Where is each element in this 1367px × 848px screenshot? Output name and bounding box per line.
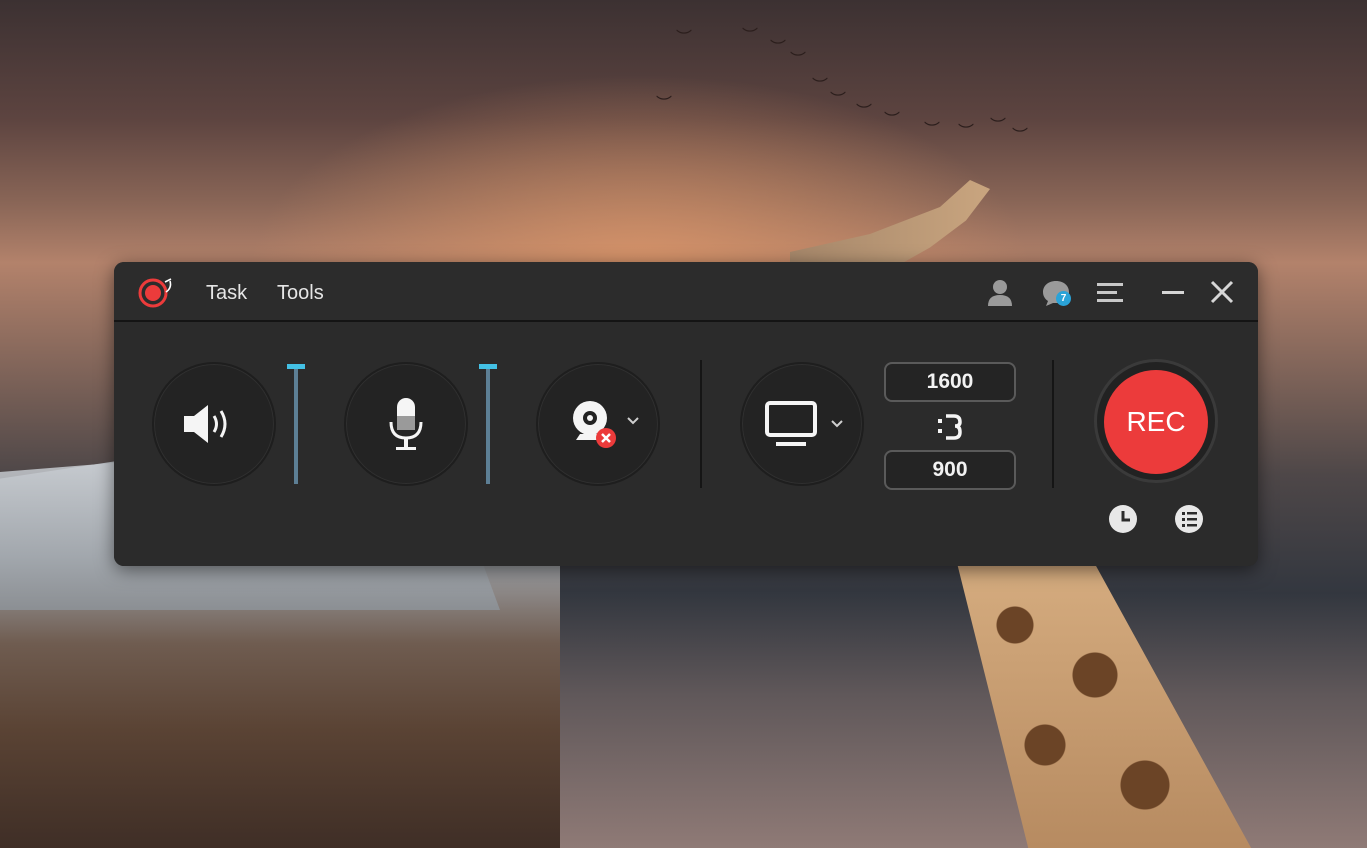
microphone-icon: [389, 398, 423, 450]
webcam-button[interactable]: [536, 362, 660, 486]
background-giraffe-head: [790, 180, 990, 270]
slider-handle[interactable]: [287, 364, 305, 369]
desktop-background: ︶ ︶ ︶ ︶ ︶ ︶ ︶ ︶ ︶ ︶ ︶ ︶ ︶ Task Tools 7 1…: [0, 0, 1367, 848]
notifications-button[interactable]: 7: [1040, 276, 1072, 308]
link-icon[interactable]: [932, 410, 966, 444]
height-input[interactable]: 900: [884, 450, 1016, 490]
section-divider: [1052, 360, 1054, 488]
hamburger-menu-icon[interactable]: [1094, 276, 1126, 308]
bird-decoration: ︶: [742, 26, 759, 45]
title-bar: Task Tools 7: [114, 262, 1258, 322]
bird-decoration: ︶: [676, 28, 693, 47]
menu-tools[interactable]: Tools: [277, 282, 324, 305]
recorder-window: Task Tools 7 1600 900 REC: [114, 262, 1258, 566]
bird-decoration: ︶: [856, 102, 873, 121]
background-giraffe-neck: [955, 555, 1255, 848]
bird-decoration: ︶: [924, 120, 941, 139]
bird-decoration: ︶: [812, 76, 829, 95]
clock-icon[interactable]: [1108, 504, 1138, 534]
display-select-button[interactable]: [740, 362, 864, 486]
microphone-volume-slider[interactable]: [479, 364, 497, 484]
bird-decoration: ︶: [656, 94, 673, 113]
bird-decoration: ︶: [830, 90, 847, 109]
microphone-button[interactable]: [344, 362, 468, 486]
slider-handle[interactable]: [479, 364, 497, 369]
notification-count-badge: 7: [1056, 291, 1071, 306]
section-divider: [700, 360, 702, 488]
monitor-icon: [765, 401, 843, 446]
webcam-off-icon: [573, 401, 639, 448]
checklist-icon[interactable]: [1174, 504, 1204, 534]
bird-decoration: ︶: [770, 38, 787, 57]
record-logo-icon: [138, 278, 172, 308]
rec-button[interactable]: REC: [1104, 370, 1208, 474]
bird-decoration: ︶: [958, 122, 975, 141]
recorder-controls: [114, 322, 1258, 566]
menu-task[interactable]: Task: [206, 282, 247, 305]
bird-decoration: ︶: [790, 50, 807, 69]
bird-decoration: ︶: [990, 116, 1007, 135]
speaker-icon: [184, 405, 227, 443]
user-icon[interactable]: [984, 276, 1016, 308]
system-sound-button[interactable]: [152, 362, 276, 486]
system-sound-volume-slider[interactable]: [287, 364, 305, 484]
bird-decoration: ︶: [884, 110, 901, 129]
close-icon[interactable]: [1206, 276, 1238, 308]
width-input[interactable]: 1600: [884, 362, 1016, 402]
minimize-icon[interactable]: [1158, 276, 1190, 308]
bird-decoration: ︶: [1012, 126, 1029, 145]
